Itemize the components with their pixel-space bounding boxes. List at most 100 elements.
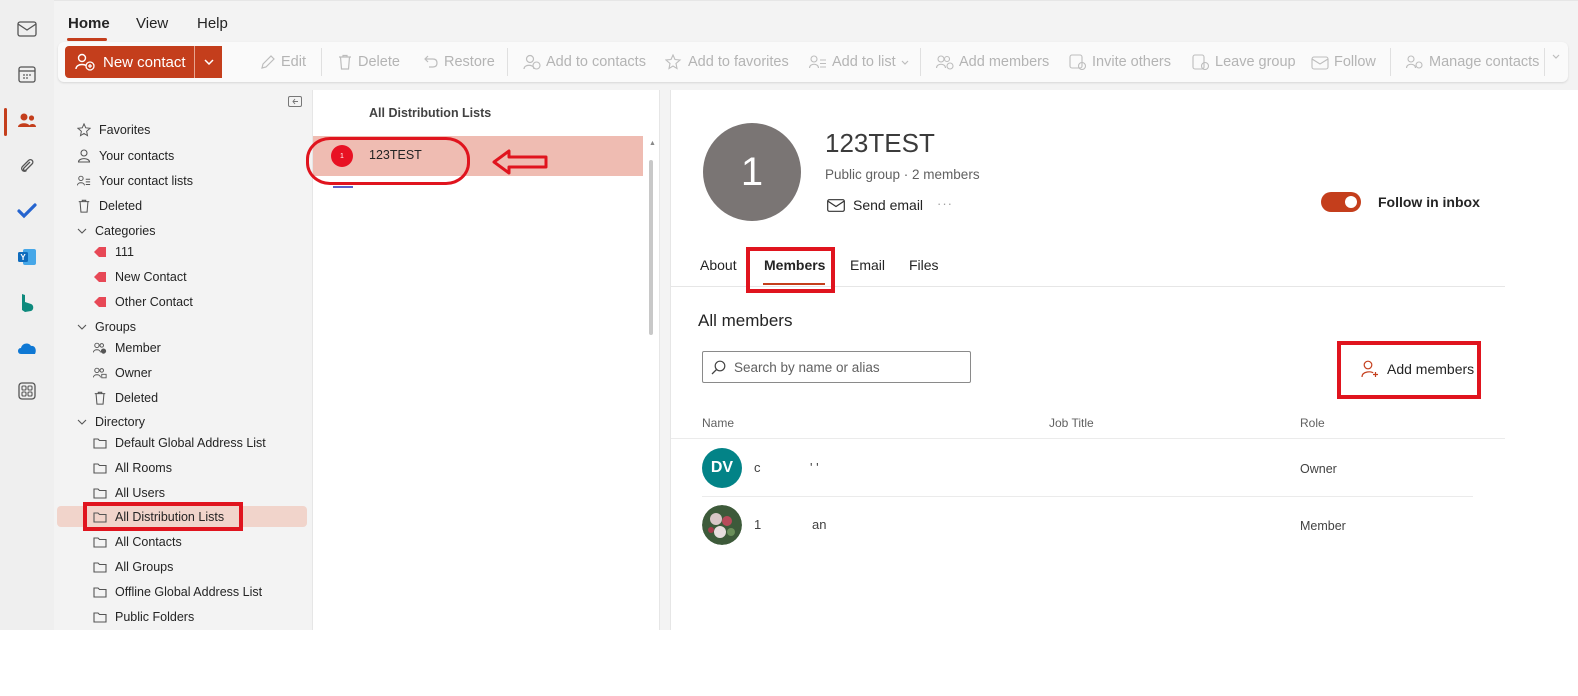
add-members-ribbon-button[interactable]: Add members bbox=[936, 54, 1049, 70]
manage-contacts-button[interactable]: Manage contacts bbox=[1406, 54, 1539, 70]
nav-deleted[interactable]: Deleted bbox=[77, 195, 142, 217]
column-header-job-title[interactable]: Job Title bbox=[1049, 416, 1094, 430]
add-to-favorites-button[interactable]: Add to favorites bbox=[665, 54, 789, 70]
onedrive-icon[interactable] bbox=[15, 336, 39, 360]
follow-in-inbox-toggle[interactable] bbox=[1321, 192, 1361, 212]
divider bbox=[702, 496, 1473, 497]
bookings-icon[interactable] bbox=[15, 291, 39, 315]
nav-groups-header[interactable]: Groups bbox=[77, 316, 136, 338]
separator bbox=[507, 48, 508, 76]
member-search-input[interactable]: Search by name or alias bbox=[702, 351, 971, 383]
tag-icon bbox=[94, 297, 106, 307]
group-avatar: 1 bbox=[703, 123, 801, 221]
more-apps-icon[interactable] bbox=[15, 379, 39, 403]
edit-button[interactable]: Edit bbox=[260, 54, 306, 70]
detail-pane: 1 123TEST Public group · 2 members Send … bbox=[670, 90, 1578, 630]
separator bbox=[1544, 48, 1545, 76]
nav-directory-item[interactable]: All Groups bbox=[93, 556, 173, 578]
attachment-icon[interactable] bbox=[15, 154, 39, 178]
nav-directory-item[interactable]: All Users bbox=[93, 482, 165, 504]
tab-home[interactable]: Home bbox=[68, 15, 110, 32]
rail-active-indicator bbox=[4, 108, 7, 136]
nav-directory-item[interactable]: Default Global Address List bbox=[93, 432, 266, 454]
calendar-icon[interactable] bbox=[15, 62, 39, 86]
nav-group-deleted[interactable]: Deleted bbox=[93, 387, 158, 409]
send-email-button[interactable]: Send email bbox=[827, 197, 923, 213]
undo-icon bbox=[424, 55, 438, 68]
member-name: c bbox=[754, 460, 761, 475]
yammer-icon[interactable]: Y bbox=[15, 245, 39, 269]
nav-category-item[interactable]: Other Contact bbox=[93, 291, 193, 313]
follow-mail-icon bbox=[1311, 56, 1329, 70]
nav-your-contacts[interactable]: Your contacts bbox=[77, 145, 174, 167]
star-icon bbox=[77, 123, 91, 137]
nav-directory-item[interactable]: All Contacts bbox=[93, 531, 182, 553]
column-header-role[interactable]: Role bbox=[1300, 416, 1325, 430]
nav-directory-item-selected[interactable]: All Distribution Lists bbox=[93, 506, 224, 528]
tab-email[interactable]: Email bbox=[850, 257, 885, 273]
group-name: 123TEST bbox=[825, 128, 935, 158]
people-list-icon bbox=[809, 55, 826, 69]
chevron-down-icon bbox=[77, 419, 87, 425]
column-header-name[interactable]: Name bbox=[702, 416, 734, 430]
nav-directory-item[interactable]: Offline Global Address List bbox=[93, 581, 262, 603]
tab-members[interactable]: Members bbox=[764, 257, 825, 273]
tag-icon bbox=[94, 272, 106, 282]
separator bbox=[321, 48, 322, 76]
list-header: All Distribution Lists bbox=[369, 106, 492, 120]
mail-icon[interactable] bbox=[15, 17, 39, 41]
folder-icon bbox=[93, 537, 107, 548]
new-contact-dropdown[interactable] bbox=[194, 46, 222, 78]
toggle-knob bbox=[1345, 196, 1357, 208]
table-row[interactable]: DV c ' ' Owner bbox=[702, 448, 1473, 503]
tab-about[interactable]: About bbox=[700, 257, 737, 273]
app-rail: Y bbox=[0, 0, 54, 630]
collapse-pane-icon[interactable] bbox=[288, 94, 302, 112]
member-role: Member bbox=[1300, 519, 1346, 533]
delete-button[interactable]: Delete bbox=[337, 54, 400, 70]
nav-your-contact-lists[interactable]: Your contact lists bbox=[77, 170, 193, 192]
tab-help[interactable]: Help bbox=[197, 15, 228, 32]
list-scrollbar[interactable] bbox=[649, 160, 653, 335]
annotation-arrow bbox=[492, 148, 548, 181]
tab-members-underline bbox=[763, 283, 825, 285]
tag-icon bbox=[94, 247, 106, 257]
tab-files[interactable]: Files bbox=[909, 257, 939, 273]
nav-directory-item[interactable]: All Rooms bbox=[93, 457, 172, 479]
folder-icon bbox=[93, 587, 107, 598]
more-actions-button[interactable]: ··· bbox=[937, 196, 953, 211]
invite-others-button[interactable]: Invite others bbox=[1069, 54, 1171, 70]
chevron-down-icon bbox=[901, 60, 909, 65]
section-title: All members bbox=[698, 311, 793, 330]
folder-icon bbox=[93, 463, 107, 474]
nav-directory-header[interactable]: Directory bbox=[77, 411, 145, 433]
nav-category-item[interactable]: 111 bbox=[93, 241, 134, 263]
search-placeholder: Search by name or alias bbox=[734, 359, 880, 375]
add-members-button[interactable]: Add members bbox=[1361, 360, 1474, 378]
trash-icon bbox=[94, 391, 106, 405]
add-to-contacts-button[interactable]: Add to contacts bbox=[523, 54, 646, 70]
scroll-up-arrow-icon[interactable]: ▲ bbox=[649, 140, 656, 147]
table-row[interactable]: 1 an Member bbox=[702, 505, 1473, 560]
nav-group-member[interactable]: Member bbox=[93, 337, 161, 359]
ribbon-tabs: Home View Help bbox=[54, 0, 1578, 44]
divider bbox=[671, 438, 1505, 439]
nav-category-item[interactable]: New Contact bbox=[93, 266, 187, 288]
ribbon-overflow-chevron[interactable] bbox=[1552, 54, 1560, 59]
separator bbox=[1390, 48, 1391, 76]
tab-view[interactable]: View bbox=[136, 15, 168, 32]
nav-categories-header[interactable]: Categories bbox=[77, 220, 155, 242]
nav-favorites[interactable]: Favorites bbox=[77, 119, 150, 141]
nav-group-owner[interactable]: Owner bbox=[93, 362, 152, 384]
nav-directory-item[interactable]: Public Folders bbox=[93, 606, 194, 628]
chevron-down-icon bbox=[1552, 54, 1560, 59]
follow-button[interactable]: Follow bbox=[1311, 54, 1376, 70]
add-person-icon bbox=[1361, 360, 1378, 378]
leave-group-button[interactable]: Leave group bbox=[1192, 54, 1296, 70]
add-to-list-button[interactable]: Add to list bbox=[809, 54, 909, 70]
todo-icon[interactable] bbox=[15, 199, 39, 223]
people-icon[interactable] bbox=[15, 108, 39, 132]
restore-button[interactable]: Restore bbox=[423, 54, 495, 70]
avatar-photo bbox=[702, 505, 742, 545]
folder-icon bbox=[93, 612, 107, 623]
